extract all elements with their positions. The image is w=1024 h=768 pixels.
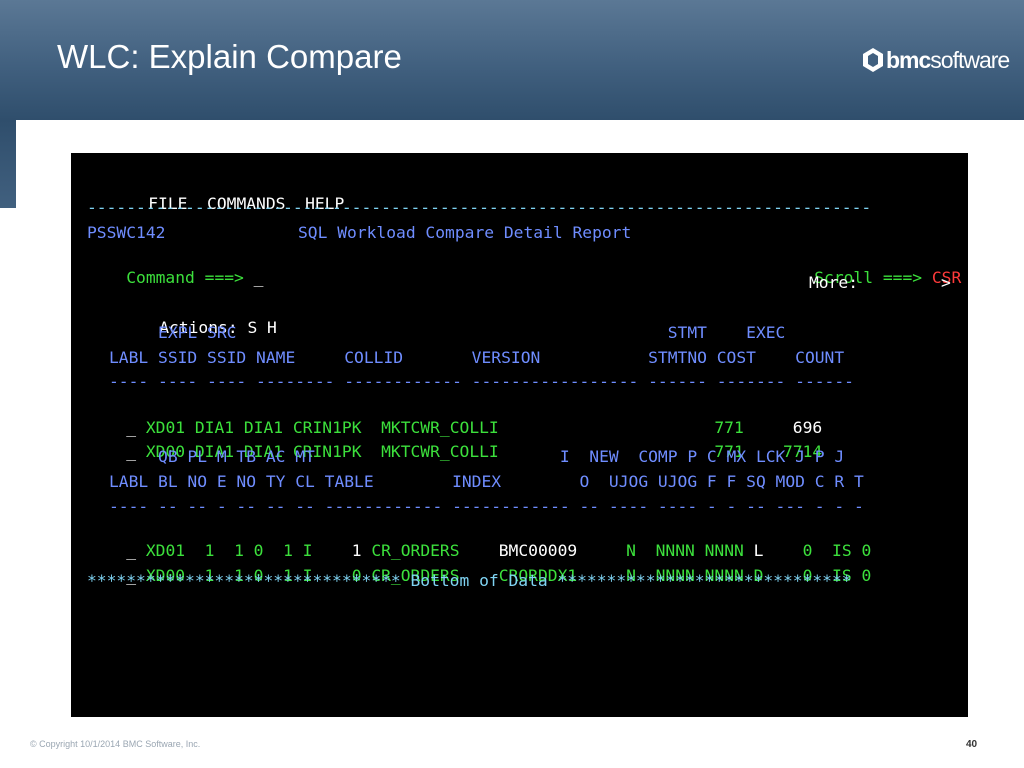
report-title: SQL Workload Compare Detail Report	[298, 223, 632, 242]
scroll-row: Scroll ===> CSR	[775, 248, 961, 287]
table2-dashes: ---- -- -- - -- -- -- ------------ -----…	[109, 497, 864, 516]
bottom-of-data-line: ******************************** Bottom …	[87, 571, 852, 590]
terminal-screen: FILE COMMANDS HELP ---------------------…	[71, 153, 968, 717]
table1-header-2: LABL SSID SSID NAME COLLID VERSION STMTN…	[109, 348, 845, 367]
separator-line: ----------------------------------------…	[87, 198, 872, 217]
panel-header-row: PSSWC142	[87, 223, 165, 243]
panel-id: PSSWC142	[87, 223, 166, 242]
bmc-logo: bmc software	[862, 44, 1010, 76]
terminal-menu-bar: FILE COMMANDS HELP	[109, 174, 344, 213]
more-arrow-icon[interactable]: >	[941, 273, 951, 293]
bmc-logo-mark-icon	[863, 48, 883, 72]
table1-dashes: ---- ---- ---- -------- ------------ ---…	[109, 372, 854, 391]
table1-row: _ XD01 DIA1 DIA1 CRIN1PK MKTCWR_COLLI 77…	[87, 398, 822, 437]
footer-copyright: © Copyright 10/1/2014 BMC Software, Inc.	[30, 739, 201, 749]
command-input[interactable]: _	[254, 268, 264, 287]
command-row: Command ===> _	[87, 248, 263, 287]
more-label: More:	[809, 273, 859, 292]
command-label: Command ===>	[126, 268, 244, 287]
table2-header-2: LABL BL NO E NO TY CL TABLE INDEX O UJOG…	[109, 472, 864, 491]
page-number: 40	[966, 739, 978, 750]
logo-text-bmc: bmc	[886, 46, 931, 73]
table2-row: _ XD00 1 1 0 1 I 0 CR_ORDERS CRORDDX1 N …	[87, 546, 871, 585]
more-indicator: More:	[809, 273, 858, 293]
actions-row: Actions: S H	[120, 298, 277, 337]
logo-text-software: software	[930, 46, 1010, 73]
table2-row: _ XD01 1 1 0 1 I 1 CR_ORDERS BMC00009 N …	[87, 521, 871, 560]
table1-header-1: EXPL SRC STMT EXEC	[109, 323, 786, 342]
slide-accent-bar	[0, 120, 16, 208]
table2-header-1: QB PL M TB AC MT I NEW COMP P C MX LCK J…	[109, 447, 845, 466]
table1-row: _ XD00 DIA1 DIA1 CRIN1PK MKTCWR_COLLI 77…	[87, 422, 822, 461]
slide-title: WLC: Explain Compare	[57, 38, 402, 75]
